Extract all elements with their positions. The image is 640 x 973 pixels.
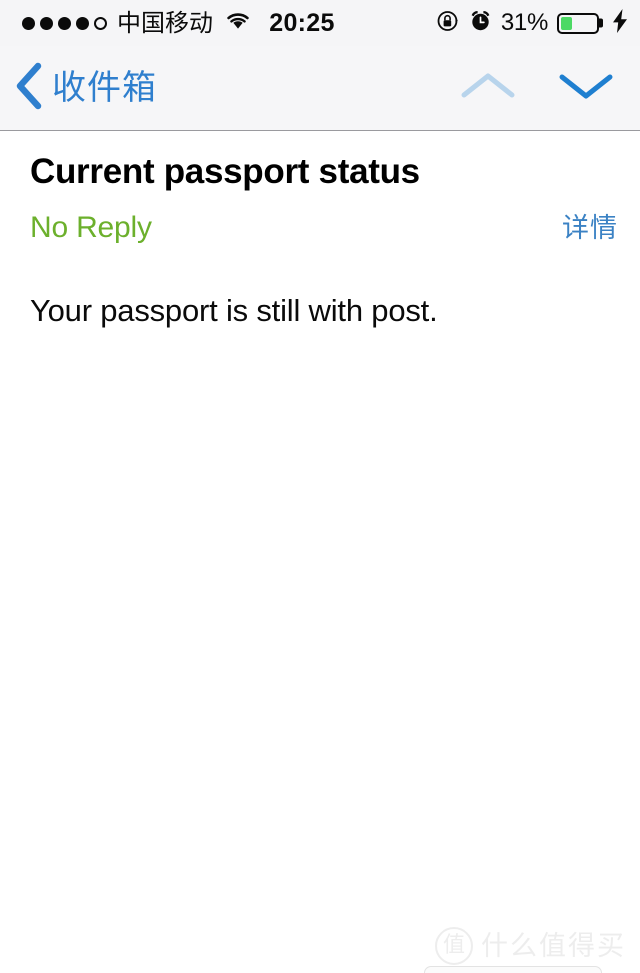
- message-meta-row: No Reply 详情: [30, 206, 618, 246]
- battery-fill: [561, 16, 572, 30]
- signal-dot-2: [40, 16, 53, 30]
- battery-percentage: 31%: [500, 9, 548, 36]
- message-body: Your passport is still with post.: [0, 255, 640, 332]
- carrier-name: 中国移动: [117, 9, 213, 37]
- battery-nub: [599, 18, 603, 28]
- message-body-text: Your passport is still with post.: [30, 293, 438, 328]
- chevron-up-icon[interactable]: [460, 69, 516, 108]
- rotation-lock-icon: [436, 9, 460, 38]
- email-detail-screen: 中国移动 20:25 31% 收件箱 Current passport stat…: [0, 0, 640, 973]
- back-button-label[interactable]: 收件箱: [52, 71, 157, 105]
- signal-dot-5: [94, 16, 107, 30]
- message-subject: Current passport status: [30, 152, 420, 191]
- watermark-text: 什么值得买: [481, 930, 626, 962]
- alarm-clock-icon: [469, 9, 492, 37]
- status-bar-left: 中国移动: [22, 11, 251, 36]
- status-bar: 中国移动 20:25 31%: [0, 0, 640, 46]
- signal-dot-1: [22, 16, 35, 30]
- signal-dot-3: [58, 16, 71, 30]
- signal-dot-4: [76, 16, 89, 30]
- back-to-inbox-button[interactable]: 收件箱: [14, 62, 157, 115]
- message-sender: No Reply: [30, 210, 152, 244]
- message-navigation-arrows: [460, 69, 618, 108]
- chevron-down-icon[interactable]: [558, 69, 614, 108]
- watermark: 值 什么值得买: [435, 927, 626, 965]
- bottom-toolbar-pill: [424, 966, 602, 973]
- bottom-toolbar-sliver: [0, 966, 640, 973]
- wifi-icon: [225, 11, 251, 36]
- message-header: Current passport status No Reply 详情: [0, 131, 640, 262]
- status-bar-right: 31%: [436, 8, 628, 38]
- status-bar-clock: 20:25: [269, 8, 335, 37]
- lightning-bolt-icon: [612, 8, 628, 38]
- battery-icon: [557, 12, 603, 34]
- signal-strength-icon: [22, 16, 107, 30]
- details-link[interactable]: 详情: [562, 206, 618, 245]
- watermark-logo-icon: 值: [435, 927, 473, 965]
- chevron-left-icon[interactable]: [14, 62, 44, 115]
- navigation-bar: 收件箱: [0, 46, 640, 131]
